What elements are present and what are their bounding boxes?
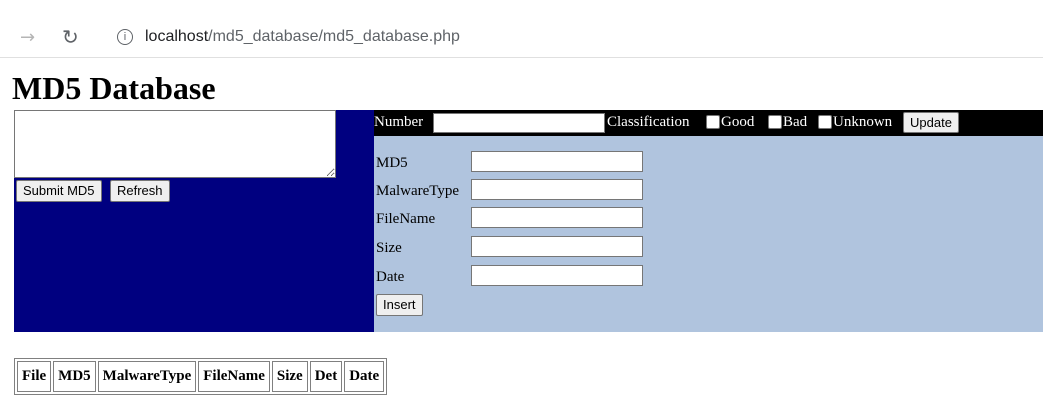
column-header-filename: FileName bbox=[198, 361, 270, 392]
column-header-size: Size bbox=[271, 361, 308, 392]
filename-label: FileName bbox=[376, 211, 436, 227]
url-path: /md5_database/md5_database.php bbox=[208, 28, 460, 45]
filename-input[interactable] bbox=[471, 207, 643, 228]
unknown-checkbox[interactable] bbox=[818, 115, 832, 129]
column-header-det: Det bbox=[309, 361, 343, 392]
reload-icon[interactable]: ↻ bbox=[62, 25, 79, 49]
classification-label: Classification bbox=[607, 114, 690, 130]
table-header-row: File MD5 MalwareType FileName Size Det D… bbox=[17, 361, 385, 392]
browser-chrome: → ↻ i localhost/md5_database/md5_databas… bbox=[0, 0, 1043, 78]
number-label: Number bbox=[374, 114, 424, 130]
classification-bar: Number Classification Good Bad Unknown U… bbox=[374, 110, 1043, 136]
md5-label: MD5 bbox=[376, 155, 408, 171]
insert-form-panel: MD5 MalwareType FileName Size Date Inser… bbox=[374, 136, 1043, 332]
column-header-date: Date bbox=[344, 361, 385, 392]
submit-md5-button[interactable]: Submit MD5 bbox=[16, 180, 102, 202]
insert-button[interactable]: Insert bbox=[376, 294, 423, 316]
page-title: MD5 Database bbox=[12, 70, 216, 106]
good-checkbox[interactable] bbox=[706, 115, 720, 129]
bad-checkbox[interactable] bbox=[768, 115, 782, 129]
number-input[interactable] bbox=[433, 113, 605, 133]
md5-submit-panel: Submit MD5 Refresh bbox=[14, 110, 374, 332]
address-bar[interactable]: i localhost/md5_database/md5_database.ph… bbox=[102, 21, 1043, 55]
unknown-label: Unknown bbox=[833, 114, 893, 130]
date-label: Date bbox=[376, 269, 405, 285]
update-button[interactable]: Update bbox=[903, 112, 959, 133]
md5-table: File MD5 MalwareType FileName Size Det D… bbox=[14, 358, 388, 395]
bad-label: Bad bbox=[783, 114, 808, 130]
size-input[interactable] bbox=[471, 236, 643, 257]
good-label: Good bbox=[721, 114, 755, 130]
forward-arrow-icon[interactable]: → bbox=[20, 27, 35, 48]
date-input[interactable] bbox=[471, 265, 643, 286]
md5-input[interactable] bbox=[471, 151, 643, 172]
malwaretype-input[interactable] bbox=[471, 179, 643, 200]
url-host: localhost bbox=[145, 28, 209, 45]
column-header-malwaretype: MalwareType bbox=[97, 361, 197, 392]
size-label: Size bbox=[376, 240, 402, 256]
url-text[interactable]: localhost/md5_database/md5_database.php bbox=[145, 28, 460, 46]
info-icon[interactable]: i bbox=[117, 29, 133, 45]
malwaretype-label: MalwareType bbox=[376, 183, 460, 199]
column-header-file: File bbox=[17, 361, 52, 392]
column-header-md5: MD5 bbox=[53, 361, 96, 392]
chrome-divider bbox=[0, 57, 1043, 58]
refresh-button[interactable]: Refresh bbox=[110, 180, 170, 202]
md5-textarea[interactable] bbox=[14, 110, 336, 178]
